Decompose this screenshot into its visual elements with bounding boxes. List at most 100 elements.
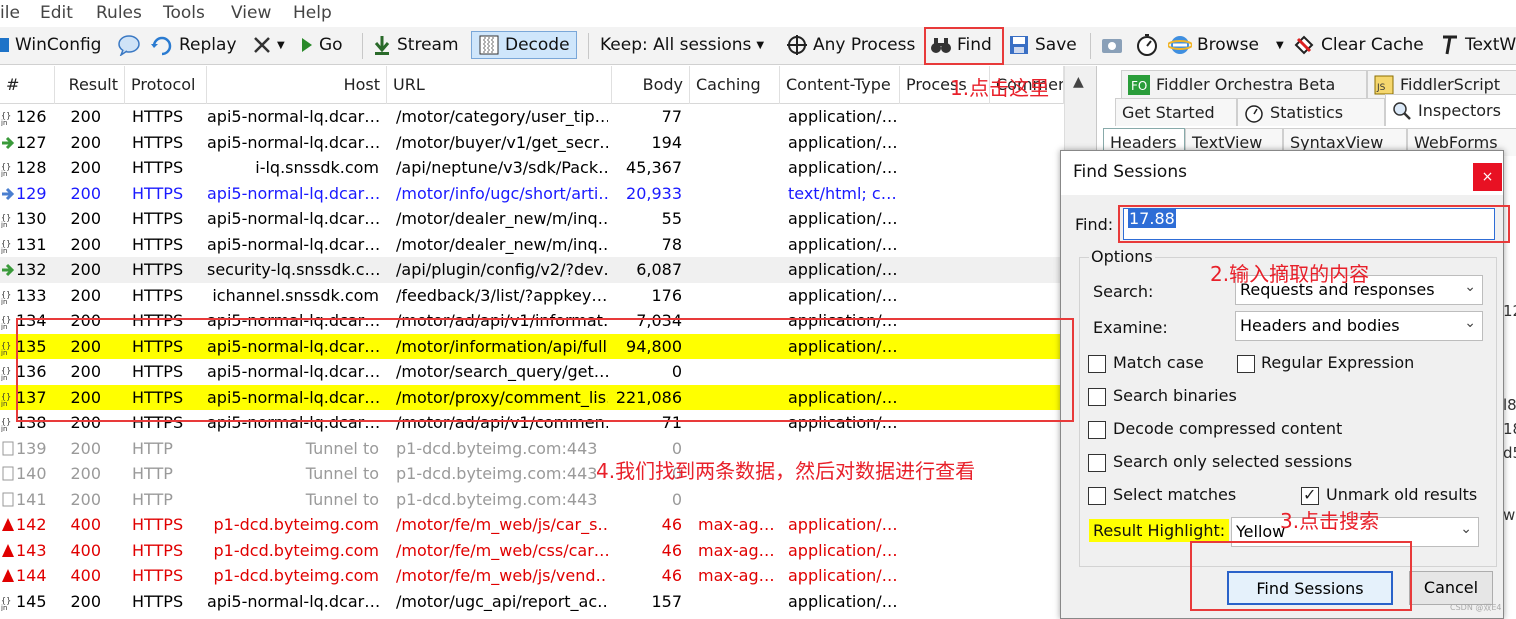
cell-result: 200 xyxy=(70,158,101,177)
col-header-id[interactable]: # xyxy=(0,66,55,104)
cell-body: 77 xyxy=(661,107,682,126)
scroll-up-icon[interactable]: ▲ xyxy=(1073,74,1084,90)
table-row[interactable]: 143 400 HTTPS p1-dcd.byteimg.com/motor/fe/m… xyxy=(0,538,1064,564)
warning-icon xyxy=(1,567,15,585)
comment-button[interactable] xyxy=(117,31,141,59)
cell-ctype: application/… xyxy=(788,132,898,152)
tab-statistics[interactable]: Statistics xyxy=(1237,98,1385,126)
winconfig-button[interactable]: WinConfig xyxy=(0,31,101,59)
table-row[interactable]: {} jn 128 200 HTTPS i-lq.snssdk.com/api/neptu… xyxy=(0,155,1064,181)
col-header-caching[interactable]: Caching xyxy=(690,66,780,104)
col-header-protocol[interactable]: Protocol xyxy=(125,66,207,104)
match-case-checkbox[interactable] xyxy=(1088,355,1106,373)
cell-host: api5-normal-lq.dcar… xyxy=(207,107,379,126)
cell-host: Tunnel to xyxy=(305,438,379,458)
col-header-content-type[interactable]: Content-Type xyxy=(780,66,900,104)
col-header-body[interactable]: Body xyxy=(612,66,690,104)
regex-checkbox[interactable] xyxy=(1237,355,1255,373)
cell-host: api5-normal-lq.dcar… xyxy=(207,234,379,254)
table-row[interactable]: 142 400 HTTPS p1-dcd.byteimg.com/motor/fe/m… xyxy=(0,512,1064,538)
menu-tools[interactable]: Tools xyxy=(163,3,205,23)
decode-button[interactable]: Decode xyxy=(471,31,577,59)
session-icon: {} jn xyxy=(1,312,15,330)
table-row[interactable]: {} jn 130 200 HTTPS api5-normal-lq.dcar… /moto… xyxy=(0,206,1064,232)
cell-host: Tunnel to xyxy=(305,464,379,483)
cell-host: p1-dcd.byteimg.com xyxy=(213,566,380,585)
cell-result: 400 xyxy=(70,566,101,585)
menu-view[interactable]: View xyxy=(231,3,271,23)
replay-button[interactable]: Replay xyxy=(150,31,237,59)
search-binaries-checkbox[interactable] xyxy=(1088,388,1106,406)
decode-compressed-checkbox[interactable] xyxy=(1088,421,1106,439)
dialog-title: Find Sessions xyxy=(1073,162,1187,182)
cell-result: 200 xyxy=(70,209,101,228)
col-header-result[interactable]: Result xyxy=(55,66,125,104)
menu-help[interactable]: Help xyxy=(293,3,332,23)
cancel-button[interactable]: Cancel xyxy=(1409,571,1493,605)
close-icon[interactable]: × xyxy=(1473,163,1502,191)
cell-host: security-lq.snssdk.c… xyxy=(207,260,379,279)
svg-text:jn: jn xyxy=(1,374,7,381)
tab-inspectors[interactable]: Inspectors xyxy=(1385,94,1516,126)
table-row[interactable]: 132 200 HTTPS security-lq.snssdk.c… /api/plu… xyxy=(0,257,1064,283)
stopwatch-icon xyxy=(1137,34,1157,56)
speech-bubble-icon xyxy=(118,35,140,56)
cell-body: 157 xyxy=(651,591,682,611)
table-row[interactable]: {} jn 145 200 HTTPS api5-normal-lq.dcar… /moto… xyxy=(0,589,1064,615)
menu-rules[interactable]: Rules xyxy=(96,3,142,23)
table-row[interactable]: {} jn 133 200 HTTPS ichannel.snssdk.com/feedb… xyxy=(0,283,1064,309)
menu-edit[interactable]: Edit xyxy=(40,3,73,23)
timer-button[interactable] xyxy=(1135,31,1159,59)
cell-body: 46 xyxy=(661,540,682,560)
clear-cache-icon xyxy=(1294,35,1314,55)
search-selected-checkbox[interactable] xyxy=(1088,454,1106,472)
svg-text:jn: jn xyxy=(1,119,7,126)
cell-protocol: HTTP xyxy=(132,489,173,509)
table-row[interactable]: {} jn 126 200 HTTPS api5-normal-lq.dcar… /moto… xyxy=(0,104,1064,130)
table-row[interactable]: 129 200 HTTPS api5-normal-lq.dcar… /motor/in… xyxy=(0,181,1064,207)
cell-url: /motor/category/user_tip… xyxy=(396,107,608,126)
svg-text:jn: jn xyxy=(1,323,7,330)
cell-result: 400 xyxy=(70,540,101,560)
cell-body: 6,087 xyxy=(636,260,682,279)
select-matches-checkbox[interactable] xyxy=(1088,487,1106,505)
examine-select[interactable]: Headers and bodies ⌄ xyxy=(1235,311,1483,341)
save-button[interactable]: Save xyxy=(1008,31,1077,59)
textwizard-button[interactable]: TextW xyxy=(1440,31,1516,59)
chevron-down-icon: ⌄ xyxy=(1460,521,1472,537)
table-row[interactable]: 144 400 HTTPS p1-dcd.byteimg.com/motor/fe/m… xyxy=(0,563,1064,589)
cell-body: 176 xyxy=(651,285,682,305)
menu-file[interactable]: ile xyxy=(0,3,20,23)
any-process-button[interactable]: Any Process xyxy=(786,31,915,59)
unmark-old-checkbox[interactable] xyxy=(1301,485,1319,505)
tab-get-started[interactable]: Get Started xyxy=(1115,98,1237,126)
session-icon: {} jn xyxy=(1,593,15,611)
cell-body: 46 xyxy=(661,515,682,534)
cell-ctype: application/… xyxy=(788,285,898,305)
dropdown-arrow-icon: ▼ xyxy=(277,39,285,51)
dialog-title-bar[interactable]: Find Sessions × xyxy=(1061,151,1503,195)
cell-ctype: application/… xyxy=(788,234,898,254)
tab-fiddler-orchestra[interactable]: FO Fiddler Orchestra Beta xyxy=(1121,70,1367,98)
screenshot-button[interactable] xyxy=(1100,31,1124,59)
clear-cache-button[interactable]: Clear Cache xyxy=(1292,31,1424,59)
remove-dropdown-button[interactable]: ▼ xyxy=(252,31,285,59)
browse-dropdown-arrow[interactable]: ▼ xyxy=(1276,31,1284,59)
table-row[interactable]: 141 200 HTTP Tunnel to p1-dcd.byteimg.com:44… xyxy=(0,487,1064,513)
browse-button[interactable]: Browse xyxy=(1168,31,1259,59)
cell-id: 140 xyxy=(16,464,47,483)
cell-body: 78 xyxy=(661,234,682,254)
col-header-url[interactable]: URL xyxy=(387,66,612,104)
col-header-host[interactable]: Host xyxy=(207,66,387,104)
session-icon: {} jn xyxy=(1,338,15,356)
stream-button[interactable]: Stream xyxy=(372,31,459,59)
go-button[interactable]: Go xyxy=(300,31,343,59)
keep-sessions-dropdown[interactable]: Keep: All sessions ▼ xyxy=(600,31,764,59)
table-row[interactable]: {} jn 131 200 HTTPS api5-normal-lq.dcar… /moto… xyxy=(0,232,1064,258)
cell-body: 45,367 xyxy=(626,158,682,177)
table-row[interactable]: 127 200 HTTPS api5-normal-lq.dcar… /motor/bu… xyxy=(0,130,1064,156)
cell-result: 200 xyxy=(70,489,101,509)
cell-ctype: application/… xyxy=(788,566,898,585)
cell-id: 128 xyxy=(16,158,47,177)
unmark-old-label: Unmark old results xyxy=(1326,485,1478,504)
